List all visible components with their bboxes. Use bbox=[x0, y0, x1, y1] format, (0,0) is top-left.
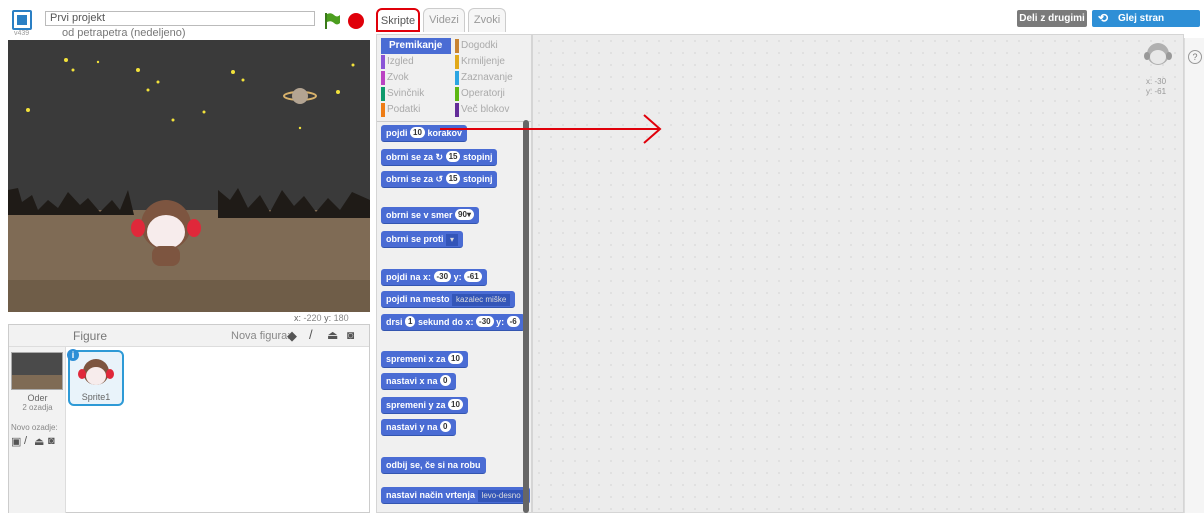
new-sprite-label: Nova figura: bbox=[231, 330, 291, 342]
goto-x-value[interactable]: -30 bbox=[433, 271, 452, 282]
sync-icon: ⟲ bbox=[1098, 11, 1109, 25]
share-button[interactable]: Deli z drugimi bbox=[1017, 10, 1087, 27]
category-sound-label: Zvok bbox=[387, 72, 409, 83]
camera-icon[interactable]: ◙ bbox=[347, 328, 354, 342]
category-sensing-label: Zaznavanje bbox=[461, 72, 513, 83]
sprite-thumbnail-selected[interactable]: i Sprite1 bbox=[67, 349, 124, 406]
goto-y-value[interactable]: -61 bbox=[464, 271, 482, 282]
sprite-x-label: x: bbox=[1146, 77, 1153, 86]
backdrop-camera-icon[interactable]: ◙ bbox=[48, 435, 55, 447]
point-direction-value[interactable]: 90▾ bbox=[455, 209, 474, 220]
category-control[interactable]: Krmiljenje bbox=[455, 54, 529, 70]
see-project-page-button[interactable]: ⟲ Glej stran projekta bbox=[1092, 10, 1200, 41]
sprite-x-readout: x: -30 bbox=[1146, 77, 1166, 86]
palette-scrollbar[interactable] bbox=[523, 120, 529, 513]
help-panel: ? bbox=[1184, 38, 1204, 513]
backdrop-name: Oder bbox=[27, 393, 48, 403]
block-turn-right[interactable]: obrni se za ↻ 15 stopinj bbox=[381, 149, 498, 166]
goto-dropdown[interactable]: kazalec miške bbox=[452, 294, 511, 306]
sprite-y-label: y: bbox=[1146, 87, 1153, 96]
block-turn-left[interactable]: obrni se za ↺ 15 stopinj bbox=[381, 171, 498, 188]
sprite-preview bbox=[1140, 40, 1176, 76]
backdrop-paint-icon[interactable]: / bbox=[24, 435, 27, 447]
sprite-pane-header: Figure Nova figura: ◆ / ⏏ ◙ bbox=[9, 325, 369, 347]
sprite-library-icon[interactable]: ◆ bbox=[287, 328, 297, 344]
category-pen-label: Svinčnik bbox=[387, 88, 425, 99]
block-set-y[interactable]: nastavi y na 0 bbox=[381, 419, 456, 436]
project-title-input[interactable]: Prvi projekt bbox=[45, 11, 315, 26]
help-icon[interactable]: ? bbox=[1188, 50, 1202, 64]
category-events-label: Dogodki bbox=[461, 40, 498, 51]
backdrop-library-icon[interactable]: ▣ bbox=[11, 435, 21, 448]
block-goto-xy[interactable]: pojdi na x: -30 y: -61 bbox=[381, 269, 487, 286]
mouse-y-value: 180 bbox=[333, 313, 349, 323]
move-steps-value[interactable]: 10 bbox=[410, 127, 425, 138]
sprite-name: Sprite1 bbox=[81, 392, 111, 402]
set-y-value[interactable]: 0 bbox=[440, 421, 451, 432]
stop-icon[interactable] bbox=[348, 13, 364, 29]
category-sound[interactable]: Zvok bbox=[381, 70, 451, 86]
tab-costumes[interactable]: Videzi bbox=[423, 8, 465, 32]
backdrop-column: Oder 2 ozadja Novo ozadje: ▣ / ⏏ ◙ bbox=[9, 347, 66, 513]
category-events[interactable]: Dogodki bbox=[455, 38, 529, 54]
block-goto[interactable]: pojdi na mesto kazalec miške bbox=[381, 291, 516, 308]
block-set-x[interactable]: nastavi x na 0 bbox=[381, 373, 456, 390]
glide-x-value[interactable]: -30 bbox=[476, 316, 494, 327]
block-point-direction[interactable]: obrni se v smer 90▾ bbox=[381, 207, 479, 224]
glide-y-value[interactable]: -6 bbox=[506, 316, 520, 327]
category-sensing[interactable]: Zaznavanje bbox=[455, 70, 529, 86]
mouse-x-label: x: bbox=[294, 313, 302, 323]
block-bounce[interactable]: odbij se, če si na robu bbox=[381, 457, 486, 474]
category-motion[interactable]: Premikanje bbox=[381, 38, 451, 54]
category-pen[interactable]: Svinčnik bbox=[381, 86, 451, 102]
rotation-style-dropdown[interactable]: levo-desno bbox=[477, 490, 525, 502]
backdrop-upload-icon[interactable]: ⏏ bbox=[34, 435, 44, 448]
fullscreen-icon[interactable] bbox=[12, 10, 32, 30]
tab-scripts[interactable]: Skripte bbox=[376, 8, 420, 32]
category-data-label: Podatki bbox=[387, 104, 421, 115]
block-palette: Premikanje Dogodki Izgled Krmiljenje Zvo… bbox=[376, 34, 532, 513]
block-point-towards[interactable]: obrni se proti ▾ bbox=[381, 231, 464, 248]
stage-canvas[interactable] bbox=[8, 40, 370, 312]
category-operators[interactable]: Operatorji bbox=[455, 86, 529, 102]
turn-right-value[interactable]: 15 bbox=[445, 151, 461, 162]
category-control-label: Krmiljenje bbox=[461, 56, 505, 67]
author-line: od petrapetra (nedeljeno) bbox=[62, 27, 186, 39]
category-looks-label: Izgled bbox=[387, 56, 414, 67]
paint-brush-icon[interactable]: / bbox=[309, 327, 313, 342]
red-arrow-annotation bbox=[440, 114, 662, 144]
block-rotation-style[interactable]: nastavi način vrtenja levo-desno bbox=[381, 487, 530, 504]
block-change-x[interactable]: spremeni x za 10 bbox=[381, 351, 468, 368]
category-looks[interactable]: Izgled bbox=[381, 54, 451, 70]
block-glide[interactable]: drsi 1 sekund do x: -30 y: -6 bbox=[381, 314, 525, 331]
sprite-y-value: -61 bbox=[1154, 87, 1167, 96]
block-change-y[interactable]: spremeni y za 10 bbox=[381, 397, 468, 414]
glide-secs-value[interactable]: 1 bbox=[405, 316, 416, 327]
scripts-area[interactable] bbox=[532, 34, 1184, 513]
sprite-x-value: -30 bbox=[1154, 77, 1167, 86]
green-flag-icon[interactable] bbox=[324, 12, 340, 30]
mouse-x-value: -220 bbox=[303, 313, 322, 323]
sprites-header-label: Figure bbox=[73, 329, 108, 343]
category-operators-label: Operatorji bbox=[461, 88, 505, 99]
stage-header: v439 Prvi projekt od petrapetra (nedelje… bbox=[0, 0, 372, 40]
turn-left-value[interactable]: 15 bbox=[445, 173, 461, 184]
upload-icon[interactable]: ⏏ bbox=[327, 328, 338, 342]
change-x-value[interactable]: 10 bbox=[448, 353, 463, 364]
set-x-value[interactable]: 0 bbox=[440, 375, 451, 386]
mouse-coordinates: x: -220 y: 180 bbox=[294, 313, 349, 323]
mouse-y-label: y: bbox=[324, 313, 332, 323]
category-motion-label: Premikanje bbox=[389, 40, 443, 51]
change-y-value[interactable]: 10 bbox=[448, 399, 463, 410]
sprite-pane: Figure Nova figura: ◆ / ⏏ ◙ Oder 2 ozadj… bbox=[8, 324, 370, 513]
backdrop-count: 2 ozadja bbox=[22, 403, 53, 412]
tab-sounds[interactable]: Zvoki bbox=[468, 8, 506, 32]
new-backdrop-label: Novo ozadje: bbox=[11, 423, 58, 432]
point-towards-dropdown[interactable]: ▾ bbox=[446, 234, 459, 246]
version-label: v439 bbox=[14, 30, 30, 37]
sprite-y-readout: y: -61 bbox=[1146, 87, 1166, 96]
backdrop-thumbnail[interactable] bbox=[11, 352, 63, 390]
